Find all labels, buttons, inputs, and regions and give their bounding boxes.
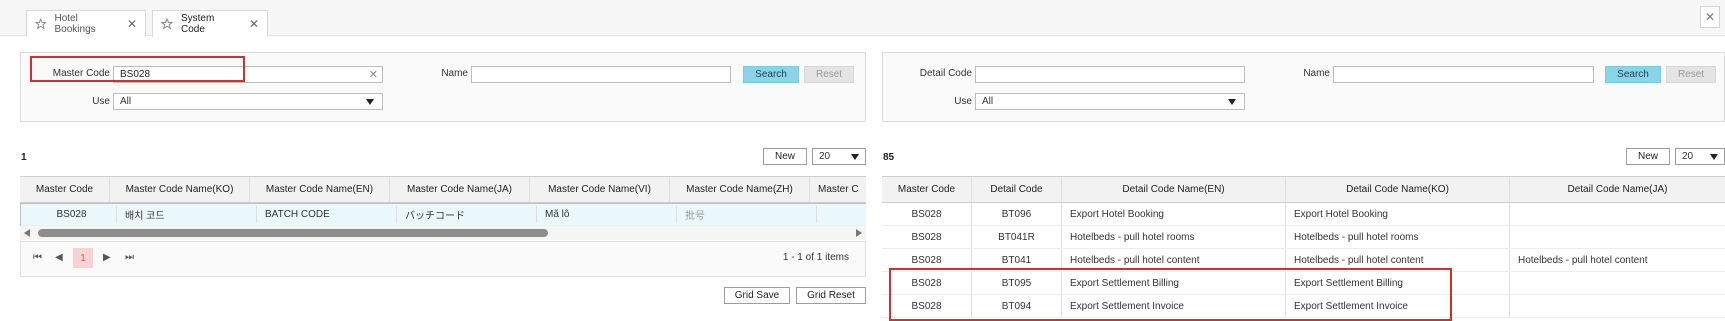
horizontal-scrollbar[interactable] bbox=[20, 226, 866, 240]
scroll-left-icon[interactable] bbox=[24, 229, 30, 237]
table-cell: BATCH CODE bbox=[257, 206, 397, 223]
page-size-select[interactable]: 20 bbox=[1675, 148, 1725, 165]
reset-button[interactable]: Reset bbox=[1666, 66, 1716, 83]
new-button[interactable]: New bbox=[763, 148, 807, 165]
reset-button[interactable]: Reset bbox=[804, 66, 854, 83]
table-row[interactable]: BS028 BT096 Export Hotel Booking Export … bbox=[882, 203, 1725, 226]
first-page-icon[interactable]: ⏮ bbox=[33, 252, 42, 263]
table-cell: BT096 bbox=[972, 203, 1062, 225]
table-cell: Hotelbeds - pull hotel rooms bbox=[1062, 226, 1286, 248]
column-header[interactable]: Detail Code bbox=[972, 177, 1062, 202]
pager: ⏮ ◀ 1 ▶ ⏭ 1 - 1 of 1 items bbox=[20, 241, 866, 277]
table-row[interactable]: BS028 BT041R Hotelbeds - pull hotel room… bbox=[882, 226, 1725, 249]
use-select[interactable]: All bbox=[113, 93, 383, 110]
detail-code-label: Detail Code bbox=[919, 68, 972, 79]
table-cell: BS028 bbox=[882, 203, 972, 225]
star-icon[interactable] bbox=[161, 18, 173, 30]
tab-bar: Hotel Bookings ✕ System Code ✕ ✕ bbox=[0, 0, 1725, 37]
use-value: All bbox=[120, 96, 132, 107]
grid-reset-button[interactable]: Grid Reset bbox=[796, 287, 866, 304]
table-cell: Mã lô bbox=[537, 206, 677, 223]
detail-filter-panel bbox=[882, 52, 1725, 122]
table-cell bbox=[817, 206, 866, 223]
highlight-box bbox=[889, 268, 1452, 321]
name-label: Name bbox=[441, 68, 468, 79]
search-button[interactable]: Search bbox=[743, 66, 799, 83]
column-header[interactable]: Master Code Name(KO) bbox=[110, 177, 250, 202]
prev-page-icon[interactable]: ◀ bbox=[55, 252, 63, 263]
grid-header-row: Master Code Master Code Name(KO) Master … bbox=[20, 177, 866, 203]
page-size-value: 20 bbox=[1682, 151, 1694, 162]
grid-header-row: Master Code Detail Code Detail Code Name… bbox=[882, 177, 1725, 203]
last-page-icon[interactable]: ⏭ bbox=[125, 252, 134, 263]
tab-system-code[interactable]: System Code ✕ bbox=[152, 10, 268, 37]
table-cell: 배치 코드 bbox=[117, 206, 257, 223]
use-select[interactable]: All bbox=[975, 93, 1245, 110]
master-code-grid: Master Code Master Code Name(KO) Master … bbox=[20, 176, 866, 226]
column-header[interactable]: Master Code Name(EN) bbox=[250, 177, 390, 202]
table-cell: BT041R bbox=[972, 226, 1062, 248]
tab-label: System Code bbox=[180, 13, 215, 35]
page-size-select[interactable]: 20 bbox=[812, 148, 866, 165]
scroll-right-icon[interactable] bbox=[856, 229, 862, 237]
table-cell bbox=[1510, 203, 1725, 225]
table-cell: Hotelbeds - pull hotel content bbox=[1518, 254, 1648, 266]
use-value: All bbox=[982, 96, 994, 107]
page-number-current[interactable]: 1 bbox=[73, 248, 93, 268]
table-row[interactable]: BS028 배치 코드 BATCH CODE バッチコード Mã lô 批号 bbox=[20, 203, 866, 226]
table-cell: Export Hotel Booking bbox=[1286, 203, 1510, 225]
close-icon[interactable]: ✕ bbox=[249, 17, 259, 31]
star-icon[interactable] bbox=[35, 18, 47, 30]
column-header[interactable]: Master C bbox=[810, 177, 866, 202]
dropdown-arrow-icon bbox=[1228, 99, 1236, 105]
column-header[interactable]: Detail Code Name(EN) bbox=[1062, 177, 1286, 202]
column-header[interactable]: Detail Code Name(JA) bbox=[1510, 177, 1725, 202]
dropdown-arrow-icon bbox=[1710, 154, 1718, 160]
close-all-button[interactable]: ✕ bbox=[1700, 6, 1720, 28]
close-icon[interactable]: ✕ bbox=[127, 17, 137, 31]
scrollbar-thumb[interactable] bbox=[38, 229, 548, 237]
use-label: Use bbox=[92, 96, 110, 107]
grid-save-button[interactable]: Grid Save bbox=[724, 287, 790, 304]
table-cell: BS028 bbox=[882, 226, 972, 248]
use-label: Use bbox=[954, 96, 972, 107]
tab-label: Hotel Bookings bbox=[54, 13, 96, 35]
new-button[interactable]: New bbox=[1626, 148, 1670, 165]
dropdown-arrow-icon bbox=[366, 99, 374, 105]
column-header[interactable]: Master Code bbox=[882, 177, 972, 202]
highlight-box bbox=[30, 56, 245, 82]
detail-record-count: 85 bbox=[883, 152, 895, 163]
table-cell: 批号 bbox=[677, 206, 817, 223]
column-header[interactable]: Master Code Name(ZH) bbox=[670, 177, 810, 202]
table-cell: BS028 bbox=[27, 206, 117, 223]
column-header[interactable]: Master Code Name(JA) bbox=[390, 177, 530, 202]
clear-icon[interactable]: ✕ bbox=[369, 68, 378, 81]
search-button[interactable]: Search bbox=[1605, 66, 1661, 83]
name-label: Name bbox=[1303, 68, 1330, 79]
page-size-value: 20 bbox=[819, 151, 831, 162]
next-page-icon[interactable]: ▶ bbox=[103, 252, 111, 263]
table-cell bbox=[1510, 295, 1725, 317]
table-cell: バッチコード bbox=[397, 206, 537, 223]
column-header[interactable]: Master Code bbox=[20, 177, 110, 202]
table-cell bbox=[1510, 226, 1725, 248]
table-cell bbox=[1510, 272, 1725, 294]
table-cell: Hotelbeds - pull hotel rooms bbox=[1286, 226, 1510, 248]
dropdown-arrow-icon bbox=[851, 154, 859, 160]
pager-info: 1 - 1 of 1 items bbox=[782, 252, 849, 263]
column-header[interactable]: Detail Code Name(KO) bbox=[1286, 177, 1510, 202]
tab-hotel-bookings[interactable]: Hotel Bookings ✕ bbox=[26, 10, 146, 37]
detail-code-input[interactable] bbox=[975, 66, 1245, 83]
master-record-count: 1 bbox=[21, 152, 27, 163]
column-header[interactable]: Master Code Name(VI) bbox=[530, 177, 670, 202]
name-input[interactable] bbox=[1333, 66, 1594, 83]
table-cell: Export Hotel Booking bbox=[1062, 203, 1286, 225]
name-input[interactable] bbox=[471, 66, 731, 83]
